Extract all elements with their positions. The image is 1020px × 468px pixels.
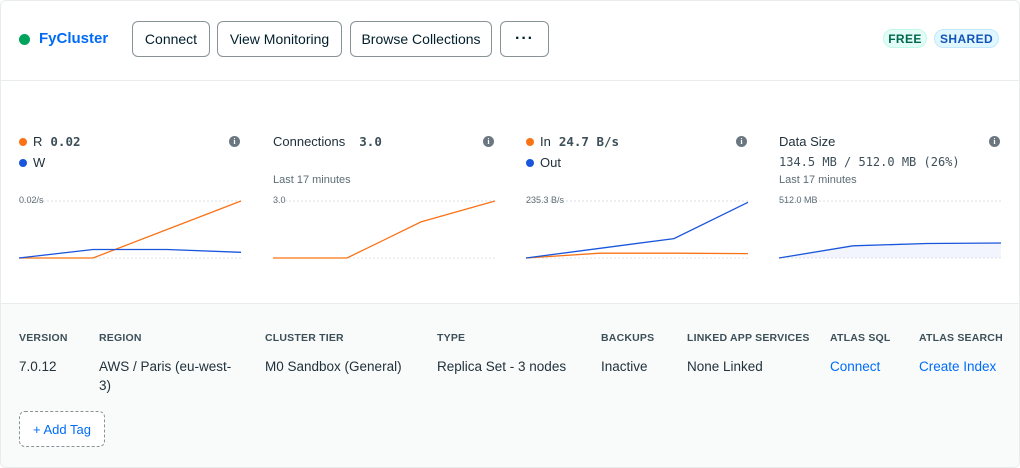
cluster-header: FyCluster Connect View Monitoring Browse… [1, 1, 1019, 81]
connections-value: 3.0 [359, 134, 382, 149]
blue-legend-dot [19, 158, 27, 167]
cluster-status-dot [19, 34, 30, 45]
detail-atlas-sql: ATLAS SQL Connect [830, 332, 891, 376]
detail-header: ATLAS SEARCH [919, 332, 1003, 344]
metric-network[interactable]: In 24.7 B/s Out i 235.3 B/s [524, 81, 749, 303]
info-icon[interactable]: i [483, 136, 494, 147]
legend-label-w: W [33, 155, 46, 170]
legend-row-w: W [19, 155, 45, 170]
metric-read-write[interactable]: R 0.02 W i 0.02/s [17, 81, 242, 303]
data-size-label: Data Size [779, 134, 836, 149]
detail-value: Inactive [601, 359, 648, 374]
detail-header: TYPE [437, 332, 466, 344]
info-icon[interactable]: i [229, 136, 240, 147]
time-range-label: Last 17 minutes [273, 174, 351, 186]
orange-legend-dot [19, 137, 27, 146]
y-max-label: 3.0 [273, 195, 286, 205]
legend-label-in: In [540, 134, 551, 149]
free-badge: FREE [883, 29, 927, 48]
detail-header: REGION [99, 332, 142, 344]
y-max-label: 0.02/s [19, 195, 44, 205]
detail-linked-app-services: LINKED APP SERVICES None Linked [687, 332, 810, 376]
y-max-label: 512.0 MB [779, 195, 818, 205]
info-icon[interactable]: i [989, 136, 1000, 147]
detail-backups: BACKUPS Inactive [601, 332, 654, 376]
legend-row-r: R 0.02 [19, 134, 81, 149]
detail-value: AWS / Paris (eu-west-3) [99, 359, 232, 393]
detail-atlas-search: ATLAS SEARCH Create Index [919, 332, 1003, 376]
data-size-row: Data Size [779, 134, 835, 149]
cluster-details: VERSION 7.0.12 REGION AWS / Paris (eu-we… [1, 303, 1019, 467]
detail-version: VERSION 7.0.12 [19, 332, 68, 376]
detail-region: REGION AWS / Paris (eu-west-3) [99, 332, 239, 395]
legend-label-out: Out [540, 155, 561, 170]
cluster-name-link[interactable]: FyCluster [39, 30, 108, 47]
detail-header: CLUSTER TIER [265, 332, 344, 344]
detail-value: M0 Sandbox (General) [265, 359, 402, 374]
detail-type: TYPE Replica Set - 3 nodes [437, 332, 566, 376]
atlas-sql-connect-link[interactable]: Connect [830, 357, 891, 376]
detail-cluster-tier: CLUSTER TIER M0 Sandbox (General) [265, 332, 402, 376]
time-range-label: Last 17 minutes [779, 174, 857, 186]
create-index-link[interactable]: Create Index [919, 357, 1003, 376]
detail-header: ATLAS SQL [830, 332, 891, 344]
info-icon[interactable]: i [736, 136, 747, 147]
detail-value: None Linked [687, 359, 763, 374]
cluster-card: FyCluster Connect View Monitoring Browse… [0, 0, 1020, 468]
metric-value-in: 24.7 B/s [558, 134, 620, 149]
add-tag-button[interactable]: + Add Tag [19, 411, 105, 447]
shared-badge: SHARED [934, 29, 999, 48]
series-line-2 [18, 248, 242, 259]
metric-value-r: 0.02 [50, 134, 81, 149]
more-options-button[interactable]: ··· [500, 21, 549, 57]
metric-connections[interactable]: Connections 3.0 Last 17 minutes i 3.0 [271, 81, 496, 303]
view-monitoring-button[interactable]: View Monitoring [217, 21, 342, 57]
y-max-label: 235.3 B/s [526, 195, 565, 205]
data-size-value-row: 134.5 MB / 512.0 MB (26%) [779, 155, 960, 169]
series-line-1 [273, 200, 496, 259]
legend-label-r: R [33, 134, 43, 149]
browse-collections-button[interactable]: Browse Collections [350, 21, 492, 57]
blue-legend-dot [526, 158, 534, 167]
data-size-value: 134.5 MB / 512.0 MB (26%) [779, 155, 960, 169]
metrics-panel: R 0.02 W i 0.02/s Connections 3.0 Last 1… [1, 81, 1019, 303]
detail-header: VERSION [19, 332, 68, 344]
metric-data-size[interactable]: Data Size 134.5 MB / 512.0 MB (26%) Last… [777, 81, 1002, 303]
connections-label: Connections [273, 134, 346, 149]
detail-value: Replica Set - 3 nodes [437, 359, 567, 374]
detail-header: BACKUPS [601, 332, 655, 344]
orange-legend-dot [526, 137, 534, 146]
detail-header: LINKED APP SERVICES [687, 332, 810, 344]
connections-row: Connections 3.0 [273, 134, 382, 149]
connect-button[interactable]: Connect [132, 21, 210, 57]
series-line-2 [525, 201, 749, 259]
legend-row-out: Out [526, 155, 561, 170]
legend-row-in: In 24.7 B/s [526, 134, 619, 149]
detail-value: 7.0.12 [19, 359, 57, 374]
